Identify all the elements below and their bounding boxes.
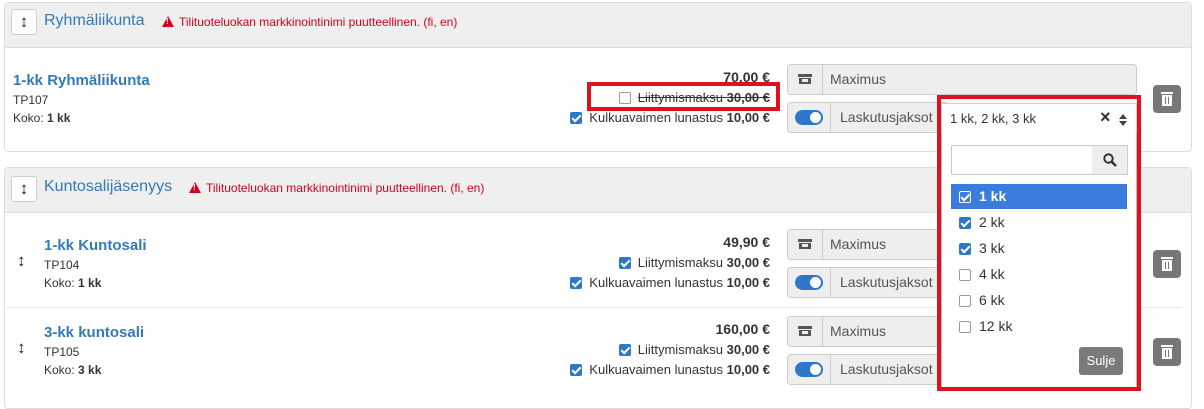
billing-label: Laskutusjaksot [840, 274, 933, 290]
billing-toggle[interactable] [795, 110, 823, 125]
location-value: Maximus [830, 71, 887, 87]
billing-label: Laskutusjaksot [840, 361, 933, 377]
group-drag-handle-icon[interactable]: ↕ [11, 176, 37, 202]
product-name[interactable]: 3-kk kuntosali [44, 324, 144, 341]
product-price: 49,90 € [723, 234, 770, 250]
group-title: Ryhmäliikunta [44, 12, 145, 29]
key-fee-option[interactable]: Kulkuavaimen lunastus 10,00 € [570, 275, 770, 290]
warning-triangle-icon [189, 182, 201, 193]
billing-field[interactable]: Laskutusjaksot [787, 102, 949, 133]
location-field[interactable]: Maximus [787, 64, 1137, 95]
product-name[interactable]: 1-kk Ryhmäliikunta [13, 72, 150, 89]
key-fee-option[interactable]: Kulkuavaimen lunastus 10,00 € [570, 110, 770, 125]
product-size: Koko: 1 kk [44, 276, 102, 290]
trash-icon [1161, 345, 1173, 347]
location-addon [788, 230, 823, 259]
warning-triangle-icon [162, 16, 174, 27]
joining-fee-option[interactable]: Liittymismaksu 30,00 € [618, 342, 770, 357]
location-addon [788, 65, 823, 94]
product-size: Koko: 3 kk [44, 363, 102, 377]
billing-toggle[interactable] [795, 362, 823, 377]
location-field[interactable]: Maximus [787, 229, 949, 260]
highlight-box-joining-fee [587, 82, 780, 111]
joining-fee-checkbox[interactable] [618, 344, 631, 356]
highlight-box-dropdown [937, 95, 1141, 391]
group-title: Kuntosalijäsenyys [44, 178, 173, 195]
store-icon [798, 74, 812, 84]
key-fee-checkbox[interactable] [570, 277, 583, 289]
key-fee-option[interactable]: Kulkuavaimen lunastus 10,00 € [570, 362, 770, 377]
group-warning: Tilituoteluokan markkinointinimi puuttee… [162, 15, 457, 29]
product-name[interactable]: 1-kk Kuntosali [44, 237, 147, 254]
joining-fee-option[interactable]: Liittymismaksu 30,00 € [618, 255, 770, 270]
billing-label: Laskutusjaksot [840, 109, 933, 125]
group-warning: Tilituoteluokan markkinointinimi puuttee… [189, 181, 484, 195]
delete-button[interactable] [1153, 250, 1181, 278]
product-code: TP105 [44, 345, 80, 359]
store-icon [798, 326, 812, 336]
location-value: Maximus [830, 236, 887, 252]
billing-toggle-addon [788, 103, 831, 132]
product-drag-handle-icon[interactable]: ↕ [17, 251, 26, 271]
delete-button[interactable] [1153, 338, 1181, 366]
product-code: TP107 [13, 93, 49, 107]
billing-toggle[interactable] [795, 275, 823, 290]
key-fee-checkbox[interactable] [570, 112, 583, 124]
product-size: Koko: 1 kk [13, 111, 71, 125]
trash-icon [1161, 92, 1173, 94]
store-icon [798, 239, 812, 249]
product-code: TP104 [44, 258, 80, 272]
billing-toggle-addon [788, 268, 831, 297]
location-value: Maximus [830, 323, 887, 339]
delete-button[interactable] [1153, 85, 1181, 113]
key-fee-checkbox[interactable] [570, 364, 583, 376]
billing-toggle-addon [788, 355, 831, 384]
group-drag-handle-icon[interactable]: ↕ [11, 9, 37, 35]
product-drag-handle-icon[interactable]: ↕ [17, 338, 26, 358]
billing-field[interactable]: Laskutusjaksot [787, 354, 949, 385]
joining-fee-checkbox[interactable] [618, 257, 631, 269]
location-addon [788, 317, 823, 346]
product-price: 160,00 € [715, 321, 771, 337]
location-field[interactable]: Maximus [787, 316, 949, 347]
billing-field[interactable]: Laskutusjaksot [787, 267, 949, 298]
trash-icon [1161, 257, 1173, 259]
